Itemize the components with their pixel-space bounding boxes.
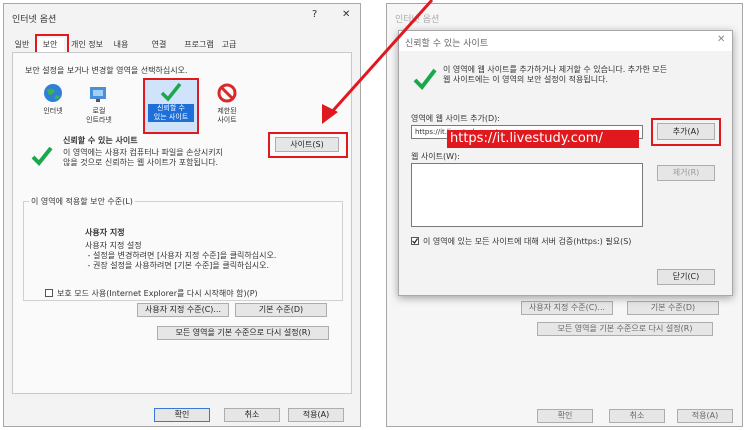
default-level-button[interactable]: 기본 수준(D) [235, 303, 327, 317]
apply-button[interactable]: 적용(A) [288, 408, 344, 422]
zone-instruction: 보안 설정을 보거나 변경할 영역을 선택하십시오. [25, 66, 188, 75]
zone-restricted-sites[interactable]: 제한된 사이트 [205, 81, 249, 131]
bg-reset-all-button: 모든 영역을 기본 수준으로 다시 설정(R) [537, 322, 713, 336]
help-button[interactable]: ? [312, 9, 317, 20]
zone-internet[interactable]: 인터넷 [33, 81, 73, 129]
protected-mode-checkbox[interactable] [45, 289, 53, 297]
dialog-checkmark-icon [413, 68, 437, 91]
custom-description: 사용자 지정 설정 - 설정을 변경하려면 [사용자 지정 수준]을 클릭하십시… [85, 241, 277, 270]
cancel-button[interactable]: 취소 [224, 408, 280, 422]
zone-label-intranet: 로컬 인트라넷 [86, 107, 112, 124]
https-required-checkbox[interactable] [411, 237, 419, 245]
zone-label-internet: 인터넷 [43, 107, 63, 115]
bg-default-level-button: 기본 수준(D) [627, 301, 719, 315]
https-required-label: 이 영역에 있는 모든 사이트에 대해 서버 검증(https:) 필요(S) [423, 237, 632, 246]
internet-options-window: 인터넷 옵션 ? ✕ 일반 보안 개인 정보 내용 연결 프로그램 고급 보안 … [3, 3, 361, 427]
bg-custom-level-button: 사용자 지정 수준(C)... [521, 301, 613, 315]
tab-general[interactable]: 일반 [12, 38, 32, 52]
bg-ok-button: 확인 [537, 409, 593, 423]
add-site-label: 영역에 웹 사이트 추가(D): [411, 114, 500, 123]
security-level-label: 이 영역에 적용할 보안 수준(L) [29, 196, 135, 207]
globe-icon [44, 84, 62, 102]
checkbox-check-icon [412, 238, 418, 244]
security-tab-highlight [35, 34, 69, 54]
zone-local-intranet[interactable]: 로컬 인트라넷 [77, 81, 121, 131]
trusted-sites-dialog: 신뢰할 수 있는 사이트 ✕ 이 영역에 웹 사이트를 추가하거나 제거할 수 … [398, 30, 733, 296]
tab-content[interactable]: 내용 [110, 38, 132, 52]
ok-button[interactable]: 확인 [154, 408, 210, 422]
dialog-info: 이 영역에 웹 사이트를 추가하거나 제거할 수 있습니다. 추가한 모든 웹 … [443, 65, 668, 84]
sites-button-highlight [268, 132, 348, 158]
add-button-highlight [651, 118, 721, 146]
custom-heading: 사용자 지정 [85, 228, 125, 237]
bg-apply-button: 적용(A) [677, 409, 733, 423]
dialog-body: 이 영역에 웹 사이트를 추가하거나 제거할 수 있습니다. 추가한 모든 웹 … [399, 51, 732, 295]
zone-description: 이 영역에는 사용자 컴퓨터나 파일을 손상시키지 않을 것으로 신뢰하는 웹 … [63, 148, 223, 167]
url-overlay-banner: https://it.livestudy.com/ [447, 130, 639, 148]
bg-cancel-button: 취소 [609, 409, 665, 423]
zone-heading: 신뢰할 수 있는 사이트 [63, 136, 138, 145]
trusted-checkmark-icon [31, 146, 53, 166]
trusted-zone-highlight [143, 78, 199, 134]
protected-mode-label: 보호 모드 사용(Internet Explorer를 다시 시작해야 함)(P… [57, 289, 258, 298]
close-icon[interactable]: ✕ [342, 9, 350, 20]
bg-window-title: 인터넷 옵션 [395, 15, 440, 25]
security-panel: 보안 설정을 보거나 변경할 영역을 선택하십시오. 인터넷 로컬 인트라넷 신… [12, 52, 352, 394]
sites-listbox[interactable] [411, 163, 643, 227]
tab-advanced[interactable]: 고급 [218, 38, 240, 52]
intranet-icon [90, 87, 106, 102]
remove-button[interactable]: 제거(R) [657, 165, 715, 181]
sites-list-label: 웹 사이트(W): [411, 152, 460, 161]
close-dialog-button[interactable]: 닫기(C) [657, 269, 715, 285]
zone-label-restricted: 제한된 사이트 [217, 107, 237, 124]
tab-programs[interactable]: 프로그램 [182, 38, 216, 52]
restricted-icon [217, 83, 237, 103]
dialog-close-icon[interactable]: ✕ [717, 34, 725, 45]
reset-all-zones-button[interactable]: 모든 영역을 기본 수준으로 다시 설정(R) [157, 326, 329, 340]
url-overlay-text: https://it.livestudy.com/ [450, 131, 603, 146]
custom-level-button[interactable]: 사용자 지정 수준(C)... [137, 303, 229, 317]
tab-privacy[interactable]: 개인 정보 [68, 38, 106, 52]
tab-connections[interactable]: 연결 [148, 38, 170, 52]
window-title: 인터넷 옵션 [12, 15, 57, 25]
dialog-title: 신뢰할 수 있는 사이트 [405, 39, 489, 49]
